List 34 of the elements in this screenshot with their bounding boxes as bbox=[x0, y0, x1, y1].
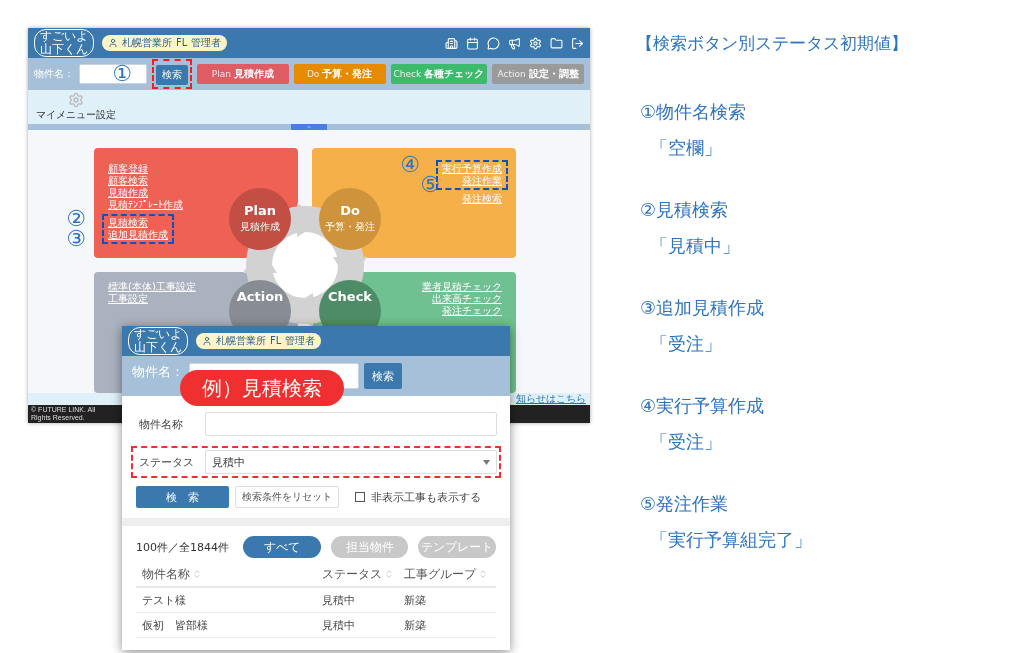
note-value: 「受注」 bbox=[649, 430, 723, 454]
note-value: 「空欄」 bbox=[649, 136, 723, 160]
user-role: FL 管理者 bbox=[176, 36, 221, 50]
table-cell-text: テスト様 bbox=[142, 592, 187, 608]
callout-number: ④ bbox=[400, 153, 420, 177]
callout-number: ① bbox=[112, 62, 132, 86]
office-name: 札幌営業所 bbox=[122, 36, 172, 50]
note-heading: ③追加見積作成 bbox=[640, 296, 766, 320]
field-label: ステータス bbox=[138, 454, 195, 470]
note-heading: ①物件名検索 bbox=[640, 100, 748, 124]
phase-disc: Do 予算・発注 bbox=[319, 188, 381, 250]
notes-title: 【検索ボタン別ステータス初期値】 bbox=[636, 32, 908, 55]
callout-label: 例）見積検索 bbox=[180, 370, 344, 406]
table-cell-text: 仮初 皆部様 bbox=[142, 617, 209, 633]
note-value: 「実行予算組完了」 bbox=[649, 528, 813, 552]
note-heading: ④実行予算作成 bbox=[640, 394, 766, 418]
phase-disc: Plan 見積作成 bbox=[229, 188, 291, 250]
note-value: 「受注」 bbox=[649, 332, 723, 356]
note-heading: ⑤発注作業 bbox=[640, 492, 730, 516]
app-logo: すごいよ 山下くん bbox=[128, 327, 188, 355]
table-cell-text: 新築 bbox=[404, 617, 427, 633]
table-cell-text: 見積中 bbox=[322, 592, 356, 608]
result-count: 100件／全1844件 bbox=[136, 539, 229, 555]
table-cell-text: 新築 bbox=[404, 592, 427, 608]
note-value: 「見積中」 bbox=[649, 234, 741, 258]
note-heading: ②見積検索 bbox=[640, 198, 730, 222]
user-role: FL 管理者 bbox=[270, 334, 315, 348]
app-logo: すごいよ 山下くん bbox=[34, 29, 94, 57]
checkbox-label: 非表示工事も表示する bbox=[371, 489, 481, 505]
callout-number: ⑤ bbox=[420, 173, 440, 197]
table-cell-text: 見積中 bbox=[322, 617, 356, 633]
field-label: 物件名： bbox=[34, 67, 74, 81]
office-name: 札幌営業所 bbox=[216, 334, 266, 348]
field-label: 物件名称 bbox=[138, 416, 184, 432]
